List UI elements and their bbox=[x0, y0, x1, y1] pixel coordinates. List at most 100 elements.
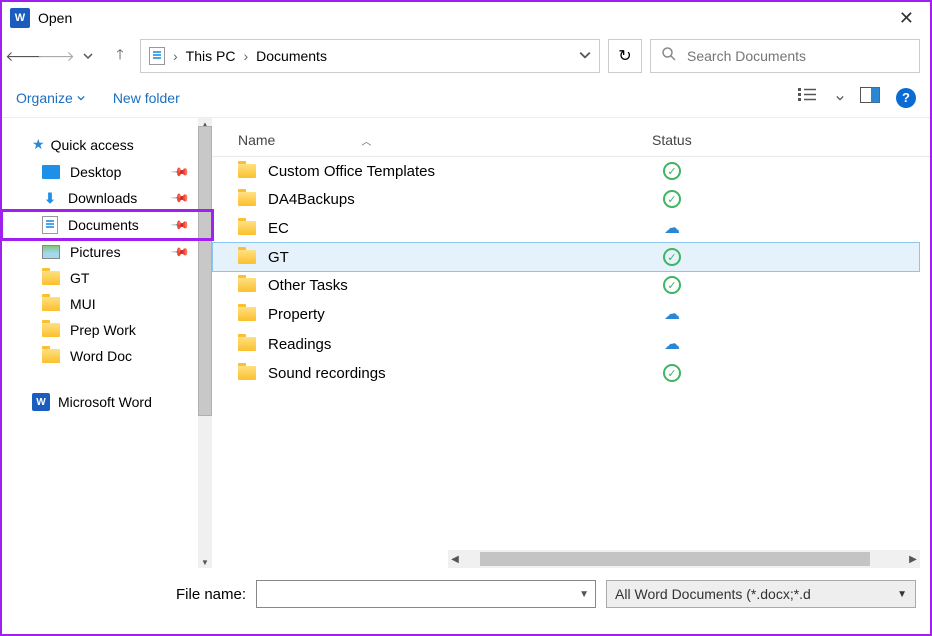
address-bar[interactable]: › This PC › Documents bbox=[140, 39, 600, 73]
address-dropdown-icon[interactable] bbox=[579, 48, 591, 64]
scroll-left-icon[interactable]: ◀ bbox=[448, 554, 462, 565]
refresh-button[interactable]: ↻ bbox=[608, 39, 642, 73]
column-headers: Name︿ Status bbox=[212, 128, 930, 157]
filename-label: File name: bbox=[176, 586, 246, 603]
breadcrumb-current[interactable]: Documents bbox=[256, 48, 327, 64]
status-cloud-icon: ☁ bbox=[664, 334, 680, 354]
back-button[interactable]: 🡐 bbox=[12, 44, 36, 68]
sidebar-item-label: Pictures bbox=[70, 244, 121, 260]
word-icon: W bbox=[32, 393, 50, 411]
close-icon[interactable]: ✕ bbox=[891, 6, 922, 31]
quick-access-header[interactable]: ★ Quick access bbox=[2, 130, 212, 159]
pictures-icon bbox=[42, 245, 60, 259]
scroll-down-icon[interactable]: ▼ bbox=[198, 556, 212, 568]
organize-menu[interactable]: Organize bbox=[16, 90, 85, 106]
up-button[interactable]: 🡑 bbox=[108, 44, 132, 68]
filename-dropdown-icon[interactable]: ▼ bbox=[579, 589, 589, 600]
main-area: ▲ ▼ ★ Quick access Desktop📌⬇Downloads📌Do… bbox=[2, 118, 930, 568]
status-cloud-icon: ☁ bbox=[664, 304, 680, 324]
bottom-bar: File name: ▼ All Word Documents (*.docx;… bbox=[2, 568, 930, 608]
file-row[interactable]: Other Tasks ✓ bbox=[212, 271, 930, 299]
folder-icon bbox=[238, 250, 256, 264]
folder-icon bbox=[42, 271, 60, 285]
file-row[interactable]: Custom Office Templates ✓ bbox=[212, 157, 930, 185]
folder-icon bbox=[42, 323, 60, 337]
chevron-right-icon: › bbox=[243, 48, 248, 64]
documents-icon bbox=[149, 47, 165, 65]
folder-icon bbox=[238, 192, 256, 206]
file-row[interactable]: DA4Backups ✓ bbox=[212, 185, 930, 213]
filename-input[interactable]: ▼ bbox=[256, 580, 596, 608]
sidebar-item-label: Word Doc bbox=[70, 348, 132, 364]
sidebar-item-gt[interactable]: GT bbox=[2, 265, 212, 291]
col-status-header[interactable]: Status bbox=[652, 132, 692, 148]
scroll-right-icon[interactable]: ▶ bbox=[906, 554, 920, 565]
sidebar-item-pictures[interactable]: Pictures 📌 bbox=[2, 239, 212, 265]
toolbar: Organize New folder ? bbox=[2, 78, 930, 118]
file-row[interactable]: GT✓ bbox=[212, 242, 920, 272]
nav-row: 🡐 🡒 🡑 › This PC › Documents ↻ bbox=[2, 34, 930, 78]
sidebar-msword[interactable]: W Microsoft Word bbox=[2, 387, 212, 417]
status-synced-icon: ✓ bbox=[663, 276, 681, 294]
file-name: Custom Office Templates bbox=[268, 163, 435, 180]
search-icon bbox=[661, 46, 677, 67]
status-synced-icon: ✓ bbox=[663, 190, 681, 208]
file-name: EC bbox=[268, 220, 289, 237]
sidebar-item-prep-work[interactable]: Prep Work bbox=[2, 317, 212, 343]
file-row[interactable]: Readings ☁ bbox=[212, 329, 930, 359]
file-pane: Name︿ Status Custom Office Templates✓DA4… bbox=[212, 118, 930, 568]
pin-icon: 📌 bbox=[170, 215, 190, 235]
sidebar-item-mui[interactable]: MUI bbox=[2, 291, 212, 317]
search-input[interactable] bbox=[687, 48, 909, 64]
star-icon: ★ bbox=[32, 136, 45, 153]
sidebar-item-label: Documents bbox=[68, 217, 139, 233]
sidebar-msword-label: Microsoft Word bbox=[58, 394, 152, 410]
forward-button[interactable]: 🡒 bbox=[44, 44, 68, 68]
window-title: Open bbox=[38, 10, 891, 26]
folder-icon bbox=[42, 297, 60, 311]
col-name-header[interactable]: Name︿ bbox=[238, 132, 652, 148]
word-app-icon: W bbox=[10, 8, 30, 28]
desktop-icon bbox=[42, 165, 60, 179]
filetype-select[interactable]: All Word Documents (*.docx;*.d▼ bbox=[606, 580, 916, 608]
sidebar-item-label: GT bbox=[70, 270, 89, 286]
sidebar-item-word-doc[interactable]: Word Doc bbox=[2, 343, 212, 369]
pin-icon: 📌 bbox=[170, 162, 190, 182]
file-row[interactable]: Sound recordings ✓ bbox=[212, 359, 930, 387]
file-name: Other Tasks bbox=[268, 277, 348, 294]
filetype-dropdown-icon[interactable]: ▼ bbox=[897, 589, 907, 600]
file-name: Sound recordings bbox=[268, 365, 386, 382]
file-name: Readings bbox=[268, 336, 331, 353]
sidebar-item-documents[interactable]: Documents 📌 bbox=[2, 211, 212, 239]
file-name: DA4Backups bbox=[268, 191, 355, 208]
new-folder-button[interactable]: New folder bbox=[113, 90, 180, 106]
sidebar-item-downloads[interactable]: ⬇Downloads📌 bbox=[2, 185, 212, 211]
history-dropdown[interactable] bbox=[76, 44, 100, 68]
folder-icon bbox=[238, 164, 256, 178]
preview-pane-icon[interactable] bbox=[860, 87, 880, 108]
folder-icon bbox=[238, 366, 256, 380]
view-controls: ? bbox=[798, 87, 916, 108]
breadcrumb-root[interactable]: This PC bbox=[186, 48, 236, 64]
file-row[interactable]: EC ☁ bbox=[212, 213, 930, 243]
sidebar-item-desktop[interactable]: Desktop 📌 bbox=[2, 159, 212, 185]
view-details-icon[interactable] bbox=[798, 87, 820, 108]
documents-icon bbox=[42, 216, 58, 234]
sort-asc-icon: ︿ bbox=[361, 133, 371, 148]
horizontal-scrollbar[interactable]: ◀ ▶ bbox=[448, 550, 920, 568]
hscroll-thumb[interactable] bbox=[480, 552, 870, 566]
folder-icon bbox=[238, 221, 256, 235]
sidebar-item-label: Desktop bbox=[70, 164, 121, 180]
sidebar-item-label: MUI bbox=[70, 296, 96, 312]
status-cloud-icon: ☁ bbox=[664, 218, 680, 238]
status-synced-icon: ✓ bbox=[663, 364, 681, 382]
view-dropdown-icon[interactable] bbox=[836, 89, 844, 107]
search-box[interactable] bbox=[650, 39, 920, 73]
pin-icon: 📌 bbox=[170, 242, 190, 262]
help-icon[interactable]: ? bbox=[896, 88, 916, 108]
titlebar: W Open ✕ bbox=[2, 2, 930, 34]
file-row[interactable]: Property☁ bbox=[212, 299, 930, 329]
status-synced-icon: ✓ bbox=[663, 162, 681, 180]
folder-icon bbox=[238, 337, 256, 351]
file-name: GT bbox=[268, 249, 289, 266]
